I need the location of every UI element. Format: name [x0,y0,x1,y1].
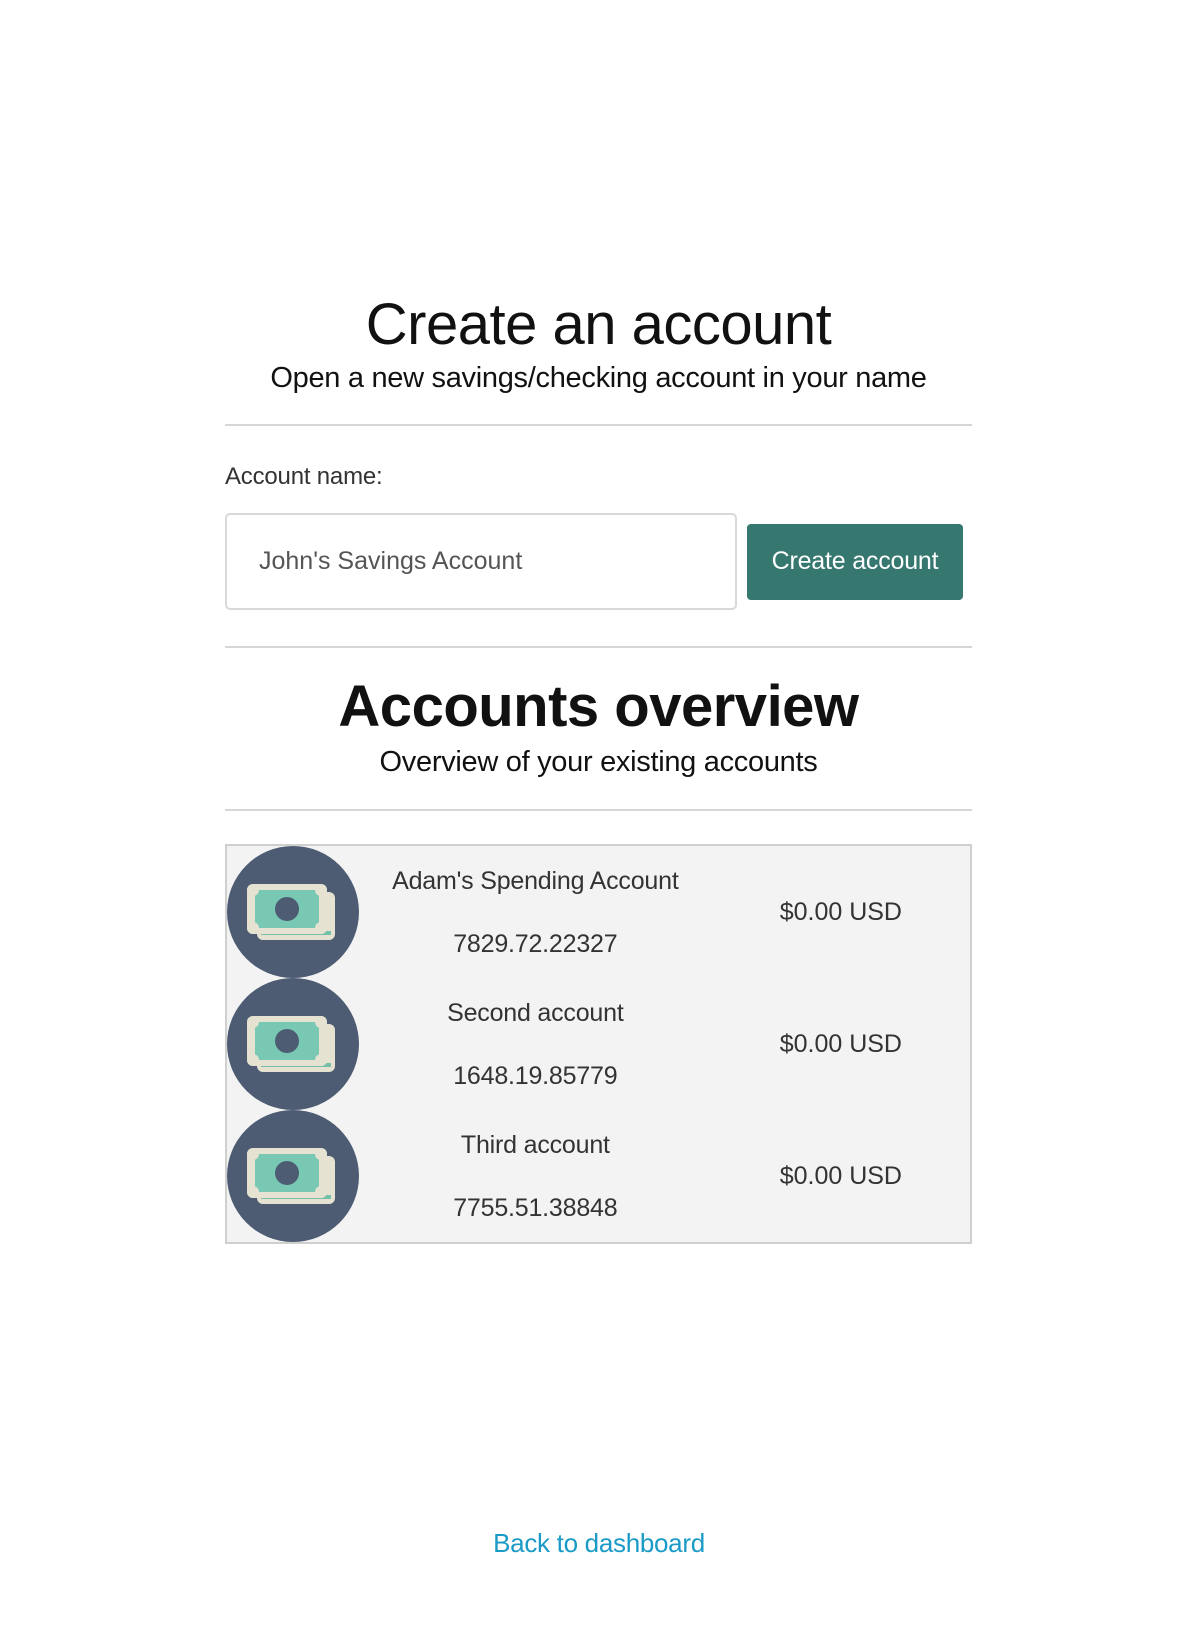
account-name: Second account [447,998,624,1027]
main-container: Create an account Open a new savings/che… [225,296,972,1244]
money-icon [247,1016,335,1072]
account-number: 7755.51.38848 [453,1193,618,1222]
money-icon [247,884,335,940]
account-avatar [227,978,359,1110]
account-row[interactable]: Second account 1648.19.85779 $0.00 USD [227,978,970,1110]
page-subtitle: Open a new savings/checking account in y… [270,362,927,394]
overview-subtitle: Overview of your existing accounts [379,746,818,778]
divider [225,809,972,811]
account-name-label: Account name: [225,463,383,490]
account-number: 1648.19.85779 [453,1061,618,1090]
create-account-button[interactable]: Create account [747,523,963,600]
accounts-list: Adam's Spending Account 7829.72.22327 $0… [225,844,972,1244]
account-balance: $0.00 USD [779,897,902,926]
account-balance: $0.00 USD [779,1029,902,1058]
account-row[interactable]: Adam's Spending Account 7829.72.22327 $0… [227,846,970,978]
account-number: 7829.72.22327 [453,929,618,958]
account-avatar [227,1110,359,1242]
money-icon [247,1148,335,1204]
account-name: Adam's Spending Account [392,866,679,895]
page-title: Create an account [365,292,832,357]
account-balance: $0.00 USD [779,1161,902,1190]
overview-title: Accounts overview [338,674,859,739]
back-to-dashboard-link[interactable]: Back to dashboard [0,1528,1198,1559]
create-account-form: Create account [225,513,972,610]
account-row[interactable]: Third account 7755.51.38848 $0.00 USD [227,1110,970,1242]
account-name-input[interactable] [225,513,737,610]
account-name: Third account [460,1130,610,1159]
divider [225,424,972,426]
divider [225,646,972,648]
account-avatar [227,846,359,978]
